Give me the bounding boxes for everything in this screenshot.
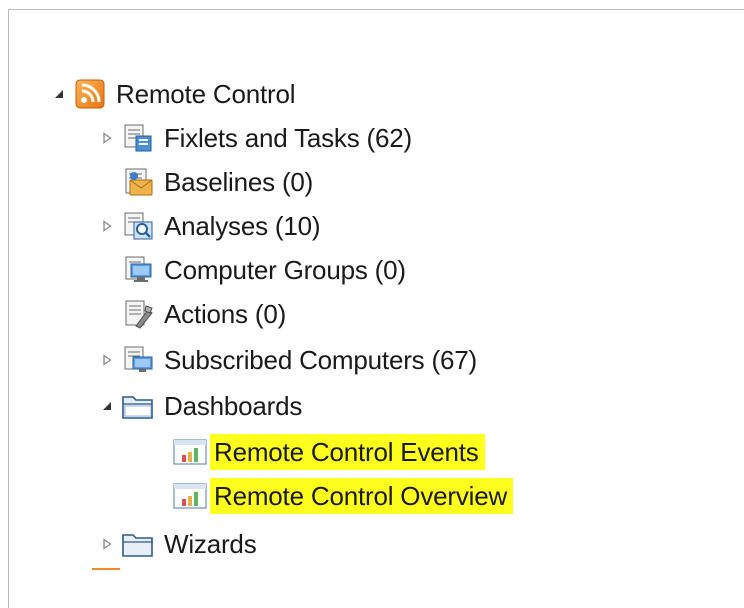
tree-node-wizards[interactable]: Wizards [98, 524, 257, 564]
computer-groups-icon [120, 252, 156, 288]
tree-node-computer-groups[interactable]: Computer Groups (0) [98, 250, 406, 290]
folder-icon [120, 388, 156, 424]
actions-icon [120, 296, 156, 332]
tree-node-label: Fixlets and Tasks (62) [164, 123, 412, 153]
scroll-indicator [92, 568, 120, 570]
tree-node-label: Remote Control [116, 79, 296, 109]
tree-node-label: Actions (0) [164, 299, 287, 329]
tree-node-label: Remote Control Events [210, 434, 485, 470]
tree-node-dashboards[interactable]: Dashboards [98, 386, 302, 426]
tree-node-label: Dashboards [164, 391, 303, 421]
tree-node-label: Wizards [164, 529, 257, 559]
expanded-triangle-icon[interactable] [50, 85, 68, 103]
collapsed-triangle-icon[interactable] [98, 535, 116, 553]
folder-icon [120, 526, 156, 562]
fixlets-icon [120, 120, 156, 156]
collapsed-triangle-icon[interactable] [98, 217, 116, 235]
tree-node-label: Subscribed Computers (67) [164, 345, 477, 375]
analyses-icon [120, 208, 156, 244]
tree-node-label: Baselines (0) [164, 167, 314, 197]
tree-node-label: Analyses (10) [164, 211, 321, 241]
subscribed-computers-icon [120, 342, 156, 378]
dashboard-item-remote-control-events[interactable]: Remote Control Events [150, 432, 485, 472]
rss-feed-icon [72, 76, 108, 112]
tree-node-label: Computer Groups (0) [164, 255, 406, 285]
collapsed-triangle-icon[interactable] [98, 129, 116, 147]
navigation-tree: Remote Control Fixlets and Tasks (62) Ba… [0, 0, 744, 608]
dashboard-chart-icon [172, 478, 208, 514]
tree-node-analyses[interactable]: Analyses (10) [98, 206, 321, 246]
baselines-icon [120, 164, 156, 200]
tree-node-baselines[interactable]: Baselines (0) [98, 162, 313, 202]
tree-node-remote-control[interactable]: Remote Control [50, 74, 295, 114]
tree-node-fixlets-and-tasks[interactable]: Fixlets and Tasks (62) [98, 118, 412, 158]
tree-node-actions[interactable]: Actions (0) [98, 294, 286, 334]
tree-node-subscribed-computers[interactable]: Subscribed Computers (67) [98, 340, 477, 380]
collapsed-triangle-icon[interactable] [98, 351, 116, 369]
expanded-triangle-icon[interactable] [98, 397, 116, 415]
dashboard-chart-icon [172, 434, 208, 470]
tree-node-label: Remote Control Overview [210, 478, 514, 514]
dashboard-item-remote-control-overview[interactable]: Remote Control Overview [150, 476, 514, 516]
